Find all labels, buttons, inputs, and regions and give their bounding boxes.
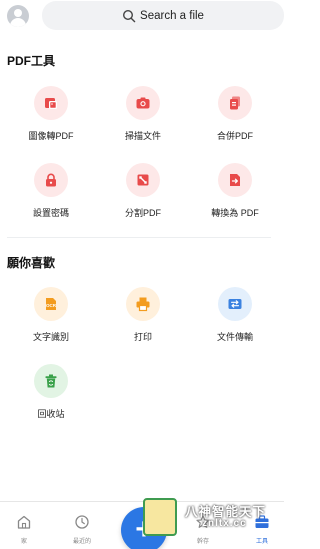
printer-icon <box>136 297 150 312</box>
watermark: 八神智能天下 znltx.cc <box>142 498 284 538</box>
nav-home[interactable]: 家 <box>4 514 44 545</box>
tool-print[interactable]: 打印 <box>96 287 190 347</box>
split-pdf-icon <box>137 174 149 186</box>
top-bar: Search a file <box>0 0 284 32</box>
search-placeholder: Search a file <box>140 9 204 22</box>
svg-text:OCR: OCR <box>46 303 57 308</box>
nav-label: 家 <box>20 539 27 545</box>
tool-label: 打印 <box>133 332 152 342</box>
nav-recent[interactable]: 最近的 <box>62 514 102 545</box>
tool-image-to-pdf[interactable]: 圖像轉PDF <box>4 86 98 146</box>
home-icon <box>17 515 31 529</box>
tool-split-pdf[interactable]: 分割PDF <box>96 163 190 223</box>
camera-icon <box>136 97 150 109</box>
tool-label: 分割PDF <box>124 208 161 218</box>
section-title-favorites: 願你喜歡 <box>7 256 56 270</box>
search-input[interactable]: Search a file <box>42 1 284 30</box>
merge-pdf-icon <box>230 96 240 110</box>
tool-convert-to-pdf[interactable]: 轉換為 PDF <box>188 163 282 223</box>
search-icon <box>123 9 136 22</box>
tool-recycle-bin[interactable]: 回收站 <box>4 364 98 424</box>
section-title-pdf-tools: PDF工具 <box>7 54 56 68</box>
avatar[interactable] <box>7 5 29 27</box>
section-divider <box>7 237 271 238</box>
tool-label: 掃描文件 <box>124 131 161 141</box>
tool-file-transfer[interactable]: 文件傳輸 <box>188 287 282 347</box>
tool-label: 轉換為 PDF <box>211 208 259 218</box>
tool-label: 回收站 <box>37 409 65 419</box>
convert-to-pdf-icon <box>230 174 240 186</box>
file-transfer-icon <box>228 299 242 309</box>
image-to-pdf-icon <box>45 98 57 109</box>
clock-icon <box>75 515 89 529</box>
tool-label: 文件傳輸 <box>216 332 253 342</box>
tool-label: 文字識別 <box>32 332 69 342</box>
watermark-url: znltx.cc <box>202 518 247 529</box>
watermark-logo <box>143 498 177 536</box>
ocr-icon: OCR <box>46 298 57 310</box>
tool-ocr[interactable]: OCR 文字識別 <box>4 287 98 347</box>
tool-merge-pdf[interactable]: 合併PDF <box>188 86 282 146</box>
tool-label: 合併PDF <box>216 131 253 141</box>
recycle-bin-icon <box>45 374 57 388</box>
tool-scan-document[interactable]: 掃描文件 <box>96 86 190 146</box>
tool-set-password[interactable]: 設置密碼 <box>4 163 98 223</box>
tool-label: 設置密碼 <box>32 208 69 218</box>
nav-label: 最近的 <box>72 539 91 545</box>
lock-icon <box>46 173 56 187</box>
tool-label: 圖像轉PDF <box>28 131 74 141</box>
